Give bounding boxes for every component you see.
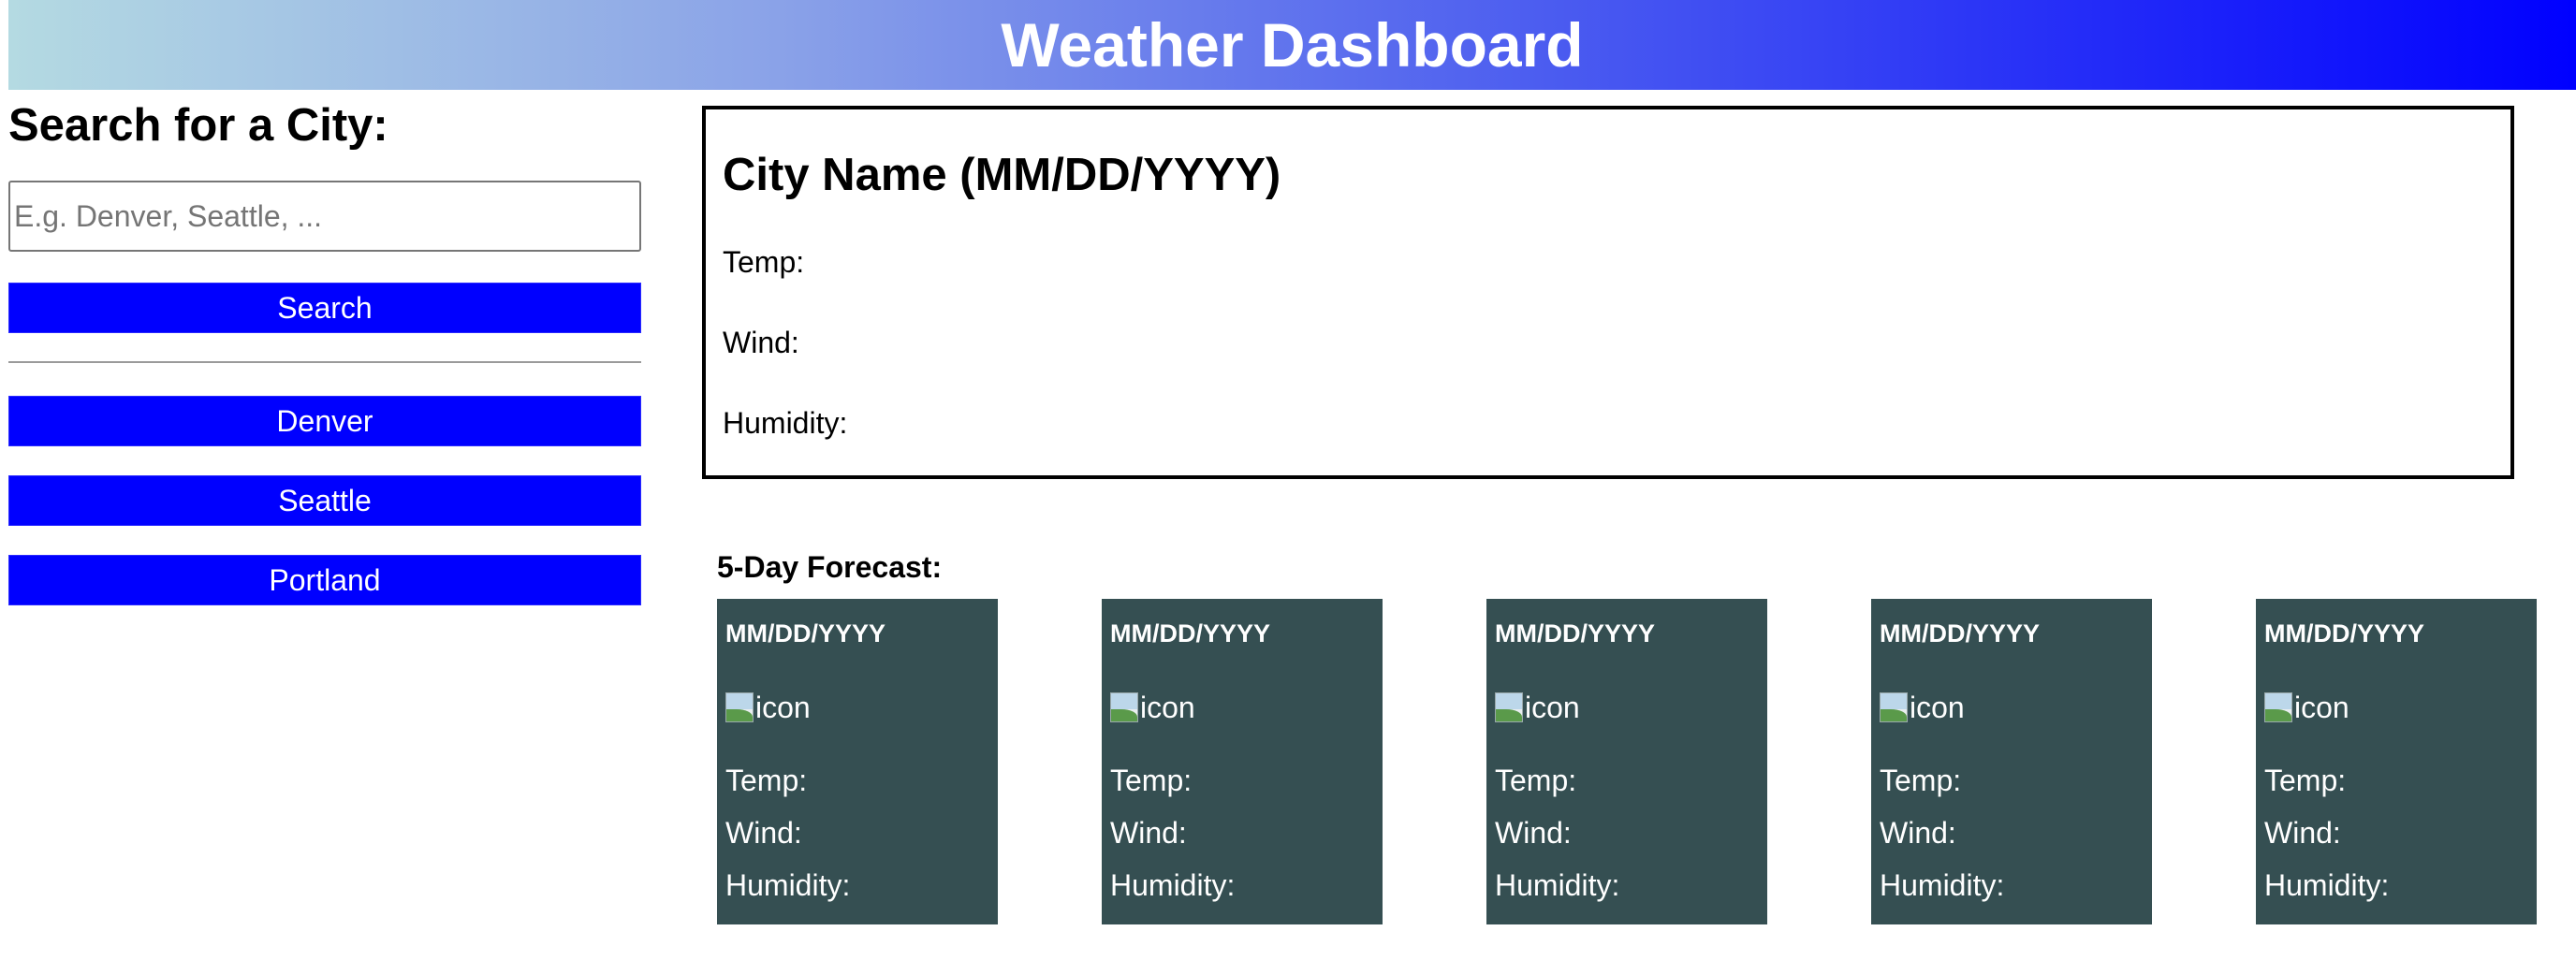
current-humidity: Humidity: <box>723 406 848 440</box>
forecast-title: 5-Day Forecast: <box>717 550 943 584</box>
city-search-input[interactable] <box>8 181 641 252</box>
forecast-card: MM/DD/YYYY icon Temp: Wind: Humidity: <box>1486 599 1767 924</box>
icon-alt-text: icon <box>1910 690 1965 724</box>
forecast-wind: Wind: <box>1880 816 1956 850</box>
page-header: Weather Dashboard <box>8 0 2576 90</box>
history-button-portland[interactable]: Portland <box>8 555 641 605</box>
forecast-humidity: Humidity: <box>1110 868 1236 902</box>
weather-icon: icon <box>2264 691 2349 724</box>
icon-alt-text: icon <box>1525 690 1580 724</box>
broken-image-icon <box>725 692 754 722</box>
broken-image-icon <box>2264 692 2292 722</box>
forecast-date: MM/DD/YYYY <box>1110 619 1271 648</box>
icon-alt-text: icon <box>2294 690 2349 724</box>
weather-dashboard-page: Weather Dashboard Search for a City: Sea… <box>0 0 2576 975</box>
forecast-date: MM/DD/YYYY <box>725 619 886 648</box>
forecast-wind: Wind: <box>2264 816 2341 850</box>
forecast-wind: Wind: <box>1495 816 1572 850</box>
history-button-denver[interactable]: Denver <box>8 396 641 446</box>
broken-image-icon <box>1495 692 1523 722</box>
forecast-card: MM/DD/YYYY icon Temp: Wind: Humidity: <box>2256 599 2537 924</box>
broken-image-icon <box>1880 692 1908 722</box>
current-city-title: City Name (MM/DD/YYYY) <box>723 150 1281 200</box>
weather-icon: icon <box>1495 691 1580 724</box>
forecast-humidity: Humidity: <box>1880 868 2005 902</box>
forecast-humidity: Humidity: <box>725 868 851 902</box>
weather-icon: icon <box>1110 691 1195 724</box>
forecast-temp: Temp: <box>1495 764 1577 797</box>
forecast-wind: Wind: <box>1110 816 1187 850</box>
history-button-seattle[interactable]: Seattle <box>8 475 641 526</box>
icon-alt-text: icon <box>755 690 811 724</box>
broken-image-icon <box>1110 692 1138 722</box>
forecast-temp: Temp: <box>1880 764 1962 797</box>
forecast-wind: Wind: <box>725 816 802 850</box>
forecast-humidity: Humidity: <box>2264 868 2390 902</box>
forecast-humidity: Humidity: <box>1495 868 1620 902</box>
forecast-date: MM/DD/YYYY <box>1495 619 1656 648</box>
page-title: Weather Dashboard <box>1001 10 1584 80</box>
forecast-temp: Temp: <box>2264 764 2347 797</box>
current-weather-panel: City Name (MM/DD/YYYY) Temp: Wind: Humid… <box>702 106 2514 479</box>
search-heading: Search for a City: <box>8 100 388 151</box>
weather-icon: icon <box>725 691 811 724</box>
forecast-date: MM/DD/YYYY <box>2264 619 2425 648</box>
weather-icon: icon <box>1880 691 1965 724</box>
forecast-card: MM/DD/YYYY icon Temp: Wind: Humidity: <box>717 599 998 924</box>
icon-alt-text: icon <box>1140 690 1195 724</box>
sidebar-divider <box>8 361 641 363</box>
current-wind: Wind: <box>723 326 799 359</box>
forecast-temp: Temp: <box>1110 764 1193 797</box>
forecast-card: MM/DD/YYYY icon Temp: Wind: Humidity: <box>1102 599 1383 924</box>
forecast-date: MM/DD/YYYY <box>1880 619 2041 648</box>
forecast-card: MM/DD/YYYY icon Temp: Wind: Humidity: <box>1871 599 2152 924</box>
forecast-temp: Temp: <box>725 764 808 797</box>
current-temp: Temp: <box>723 245 805 279</box>
search-button[interactable]: Search <box>8 283 641 333</box>
